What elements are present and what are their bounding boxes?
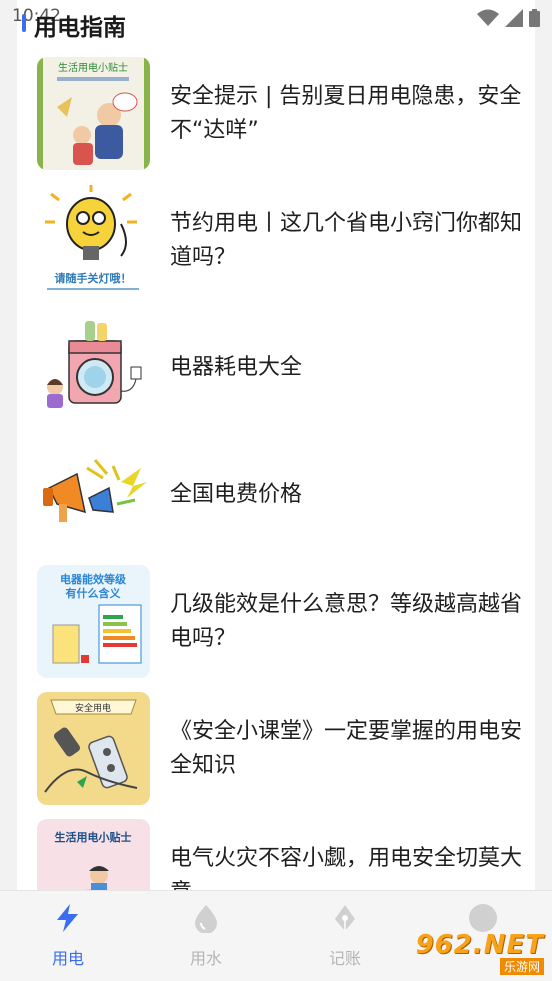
article-title: 电器耗电大全: [170, 354, 303, 380]
thumb-caption: 生活用电小贴士: [55, 830, 132, 844]
article-title: 全国电费价格: [170, 481, 303, 507]
list-item[interactable]: 生活用电小贴士 安全提示 | 告别夏日用电隐患，安全不“达咩”: [17, 50, 535, 177]
nav-label: 用电: [51, 949, 84, 968]
list-item[interactable]: 电器能效等级 有什么含义 几级能效是什么意思？等级越高越省电吗？: [17, 558, 535, 685]
status-icons: [477, 9, 540, 27]
thumbnail-save-power: 请随手关灯哦！: [37, 184, 150, 297]
watermark-logo: 962.NET 乐游网: [412, 930, 544, 976]
thumb-caption: 请随手关灯哦！: [55, 271, 132, 285]
article-list: 生活用电小贴士 安全提示 | 告别夏日用电隐患，安全不“达咩” 请随手关灯哦！ …: [17, 50, 535, 939]
svg-text:有什么含义: 有什么含义: [66, 586, 122, 600]
thumbnail-safety-class: 安全用电: [37, 692, 150, 805]
thumb-caption: 生活用电小贴士: [58, 61, 128, 74]
thumbnail-appliance-power: [37, 311, 150, 424]
list-item[interactable]: 请随手关灯哦！ 节约用电丨这几个省电小窍门你都知道吗？: [17, 177, 535, 304]
thumbnail-energy-efficiency: 电器能效等级 有什么含义: [37, 565, 150, 678]
pen-nib-icon: [335, 905, 355, 931]
list-item[interactable]: 电器耗电大全: [17, 304, 535, 431]
title-accent-bar: [22, 14, 26, 32]
wifi-icon: [477, 9, 499, 26]
watermark-sub: 乐游网: [499, 958, 544, 975]
water-drop-icon: [195, 905, 217, 933]
article-title: 几级能效是什么意思？等级越高越省电吗？: [170, 591, 523, 651]
svg-text:电器能效等级: 电器能效等级: [60, 572, 127, 586]
list-item[interactable]: 安全用电 《安全小课堂》一定要掌握的用电安全知识: [17, 685, 535, 812]
list-item[interactable]: 全国电费价格: [17, 431, 535, 558]
thumbnail-electricity-price: [37, 438, 150, 551]
battery-icon: [529, 9, 540, 27]
article-title: 安全提示 | 告别夏日用电隐患，安全不“达咩”: [170, 83, 522, 143]
watermark-main: 962.NET: [415, 930, 544, 960]
profile-icon: [469, 904, 497, 932]
lightning-icon: [57, 904, 78, 932]
page-title: 用电指南: [34, 15, 126, 41]
nav-label: 记账: [328, 949, 361, 968]
nav-tab-water[interactable]: 用水: [166, 903, 246, 969]
nav-tab-bookkeeping[interactable]: 记账: [305, 903, 385, 969]
article-title: 节约用电丨这几个省电小窍门你都知道吗？: [170, 210, 523, 270]
article-title: 《安全小课堂》一定要掌握的用电安全知识: [170, 718, 523, 778]
thumbnail-safety-tips: 生活用电小贴士: [37, 57, 150, 170]
signal-icon: [505, 9, 523, 27]
nav-tab-electricity[interactable]: 用电: [28, 903, 108, 969]
nav-label: 用水: [189, 949, 222, 968]
thumb-caption: 安全用电: [75, 702, 111, 714]
